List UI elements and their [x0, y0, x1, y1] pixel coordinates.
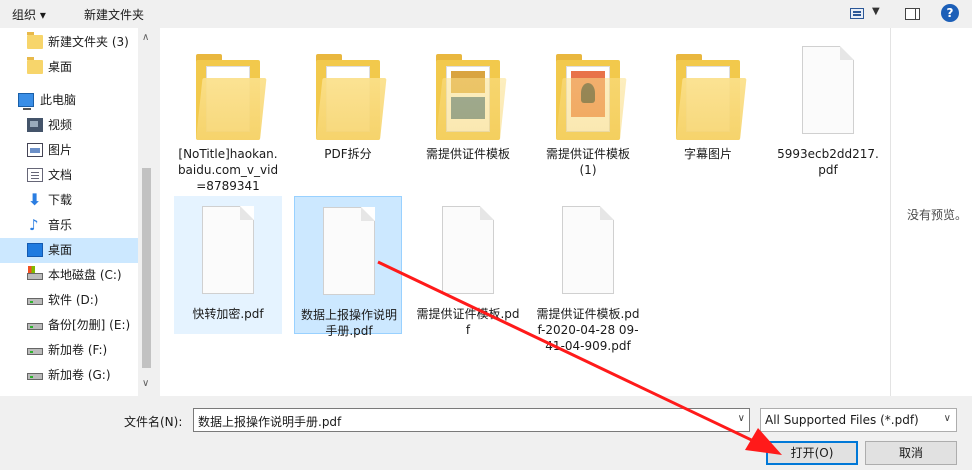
- nav-item-downloads[interactable]: ⬇ 下载: [0, 188, 138, 213]
- pdf-file-icon: [202, 206, 254, 294]
- file-item-pdf[interactable]: 5993ecb2dd217.pdf: [774, 36, 882, 177]
- nav-item-label: 新建文件夹 (3): [48, 35, 129, 49]
- file-name: 快转加密.pdf: [192, 307, 264, 321]
- open-button[interactable]: 打开(O): [766, 441, 858, 465]
- file-name: 5993ecb2dd217.pdf: [777, 147, 879, 177]
- scrollbar-thumb[interactable]: [142, 168, 151, 368]
- preview-pane-icon: [905, 8, 920, 20]
- chevron-down-icon: ▼: [872, 6, 880, 17]
- video-icon: [27, 118, 43, 132]
- file-name: 需提供证件模板 (1): [545, 147, 630, 177]
- file-name: PDF拆分: [324, 147, 372, 161]
- filetype-select[interactable]: All Supported Files (*.pdf) ∨: [760, 408, 957, 432]
- system-drive-icon: [27, 266, 43, 280]
- file-name: 需提供证件模板.pdf: [416, 307, 520, 337]
- toolbar: 组织 ▾ 新建文件夹 ▼ ?: [0, 0, 972, 28]
- scroll-up-icon[interactable]: ∧: [142, 32, 149, 43]
- chevron-down-icon[interactable]: ∨: [944, 413, 951, 424]
- file-item-folder[interactable]: 需提供证件模板 (1): [534, 36, 642, 177]
- pdf-file-icon: [442, 206, 494, 294]
- nav-item-desktop-shortcut[interactable]: 桌面: [0, 55, 138, 80]
- folder-icon: [316, 54, 387, 142]
- file-list: [NoTitle]haokan.baidu.com_v_vid=8789341 …: [160, 28, 890, 396]
- file-name: 需提供证件模板.pdf-2020-04-28 09-41-04-909.pdf: [536, 307, 640, 353]
- nav-item-drive-c[interactable]: 本地磁盘 (C:): [0, 263, 138, 288]
- nav-item-label: 软件 (D:): [48, 293, 99, 307]
- folder-with-poster-icon: [556, 54, 627, 142]
- scroll-down-icon[interactable]: ∨: [142, 378, 149, 389]
- nav-item-drive-f[interactable]: 新加卷 (F:): [0, 338, 138, 363]
- nav-item-label: 新加卷 (G:): [48, 368, 111, 382]
- file-item-folder[interactable]: 字幕图片: [654, 36, 762, 174]
- download-icon: ⬇: [28, 190, 42, 209]
- music-icon: ♪: [29, 216, 39, 234]
- nav-item-label: 音乐: [48, 218, 73, 232]
- view-options-icon: [850, 8, 864, 19]
- document-icon: [27, 168, 43, 182]
- file-item-folder[interactable]: PDF拆分: [294, 36, 402, 174]
- nav-item-label: 本地磁盘 (C:): [48, 268, 122, 282]
- nav-item-this-pc[interactable]: 此电脑: [0, 88, 138, 113]
- nav-item-label: 桌面: [48, 60, 73, 74]
- file-item-folder[interactable]: 需提供证件模板: [414, 36, 522, 174]
- computer-icon: [18, 93, 34, 110]
- nav-item-music[interactable]: ♪ 音乐: [0, 213, 138, 238]
- file-item-pdf[interactable]: 需提供证件模板.pdf-2020-04-28 09-41-04-909.pdf: [534, 196, 642, 386]
- nav-item-label: 此电脑: [40, 93, 77, 107]
- drive-icon: [27, 373, 43, 380]
- pdf-file-icon: [802, 46, 854, 134]
- pdf-file-icon: [562, 206, 614, 294]
- nav-item-label: 文档: [48, 168, 73, 182]
- drive-icon: [27, 298, 43, 305]
- folder-icon: [196, 54, 267, 142]
- nav-item-label: 新加卷 (F:): [48, 343, 108, 357]
- nav-item-drive-e[interactable]: 备份[勿删] (E:): [0, 313, 138, 338]
- file-item-folder[interactable]: [NoTitle]haokan.baidu.com_v_vid=8789341: [174, 36, 282, 198]
- navigation-pane: 新建文件夹 (3) 桌面 此电脑 视频 图片 文档 ⬇ 下载 ♪ 音乐 桌面 本…: [0, 28, 155, 396]
- folder-with-images-icon: [436, 54, 507, 142]
- help-button[interactable]: ?: [941, 4, 959, 22]
- drive-icon: [27, 348, 43, 355]
- filename-value[interactable]: 数据上报操作说明手册.pdf: [198, 413, 341, 430]
- nav-item-documents[interactable]: 文档: [0, 163, 138, 188]
- new-folder-button[interactable]: 新建文件夹: [84, 6, 144, 23]
- nav-item-drive-d[interactable]: 软件 (D:): [0, 288, 138, 313]
- nav-scrollbar[interactable]: ∧ ∨: [138, 28, 155, 396]
- nav-item-label: 桌面: [48, 243, 73, 257]
- nav-item-label: 下载: [48, 193, 73, 207]
- file-item-pdf[interactable]: 快转加密.pdf: [174, 196, 282, 334]
- filetype-value: All Supported Files (*.pdf): [765, 413, 919, 427]
- cancel-button[interactable]: 取消: [865, 441, 957, 465]
- desktop-icon: [27, 243, 43, 257]
- nav-item-videos[interactable]: 视频: [0, 113, 138, 138]
- file-name: 需提供证件模板: [425, 147, 510, 161]
- folder-icon: [27, 57, 43, 74]
- file-name: [NoTitle]haokan.baidu.com_v_vid=8789341: [177, 147, 279, 193]
- folder-icon: [27, 32, 43, 49]
- nav-item-label: 视频: [48, 118, 73, 132]
- no-preview-text: 没有预览。: [907, 208, 968, 222]
- picture-icon: [27, 143, 43, 157]
- file-name: 数据上报操作说明手册.pdf: [300, 308, 397, 338]
- preview-pane-button[interactable]: [903, 4, 923, 24]
- pdf-file-icon: [323, 207, 375, 295]
- nav-item-label: 图片: [48, 143, 73, 157]
- drive-icon: [27, 323, 43, 330]
- nav-item-label: 备份[勿删] (E:): [48, 318, 131, 332]
- chevron-down-icon[interactable]: ∨: [738, 413, 745, 424]
- nav-item-drive-g[interactable]: 新加卷 (G:): [0, 363, 138, 388]
- file-item-pdf[interactable]: 需提供证件模板.pdf: [414, 196, 522, 337]
- change-view-button[interactable]: ▼: [846, 4, 884, 24]
- nav-item-new-folder-3[interactable]: 新建文件夹 (3): [0, 30, 138, 55]
- folder-icon: [676, 54, 747, 142]
- organize-menu[interactable]: 组织 ▾: [12, 6, 46, 23]
- filename-label: 文件名(N):: [124, 415, 183, 429]
- nav-item-pictures[interactable]: 图片: [0, 138, 138, 163]
- file-item-pdf-selected[interactable]: 数据上报操作说明手册.pdf: [294, 196, 402, 338]
- nav-item-desktop[interactable]: 桌面: [0, 238, 138, 263]
- file-name: 字幕图片: [683, 147, 732, 161]
- filename-input[interactable]: 数据上报操作说明手册.pdf ∨: [193, 408, 750, 432]
- preview-pane: 没有预览。: [890, 28, 972, 396]
